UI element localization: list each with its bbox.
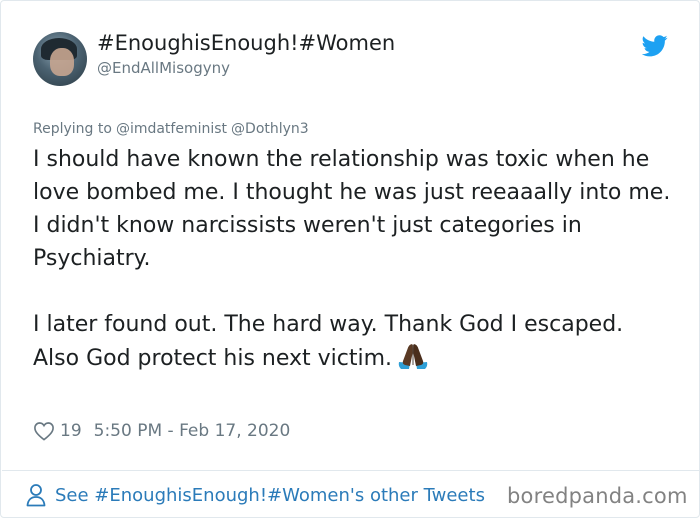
tweet-meta: 19 5:50 PM - Feb 17, 2020: [33, 419, 290, 443]
tweet-line-text: Also God protect his next victim.: [33, 346, 393, 371]
like-count[interactable]: 19: [60, 421, 82, 441]
tweet-text: I should have known the relationship was…: [33, 143, 683, 375]
twitter-bird-icon[interactable]: [642, 35, 668, 57]
replying-to-line: Replying to @imdatfeminist @Dothlyn3: [33, 121, 309, 137]
avatar-face: [50, 48, 74, 76]
see-other-tweets-label[interactable]: See #EnoughisEnough!#Women's other Tweet…: [55, 485, 485, 506]
folded-hands-emoji: [398, 344, 428, 369]
footer-divider: [2, 470, 700, 471]
mention-link[interactable]: @Dothlyn3: [231, 121, 309, 137]
tweet-paragraph: I later found out. The hard way. Thank G…: [33, 312, 624, 337]
heart-icon[interactable]: [33, 421, 55, 441]
watermark: boredpanda.com: [507, 484, 688, 508]
replying-to-label: Replying to: [33, 121, 112, 137]
tweet-paragraph-last-line: Also God protect his next victim.: [33, 341, 683, 375]
tweet-timestamp[interactable]: 5:50 PM - Feb 17, 2020: [94, 421, 291, 441]
display-name[interactable]: #EnoughisEnough!#Women: [97, 31, 395, 55]
see-other-tweets-link[interactable]: See #EnoughisEnough!#Women's other Tweet…: [25, 483, 485, 507]
profile-avatar[interactable]: [33, 32, 87, 86]
mention-link[interactable]: @imdatfeminist: [116, 121, 227, 137]
tweet-card: #EnoughisEnough!#Women @EndAllMisogyny R…: [0, 0, 700, 518]
person-icon: [26, 484, 46, 507]
tweet-paragraph: I should have known the relationship was…: [33, 147, 671, 271]
user-handle[interactable]: @EndAllMisogyny: [97, 59, 230, 77]
